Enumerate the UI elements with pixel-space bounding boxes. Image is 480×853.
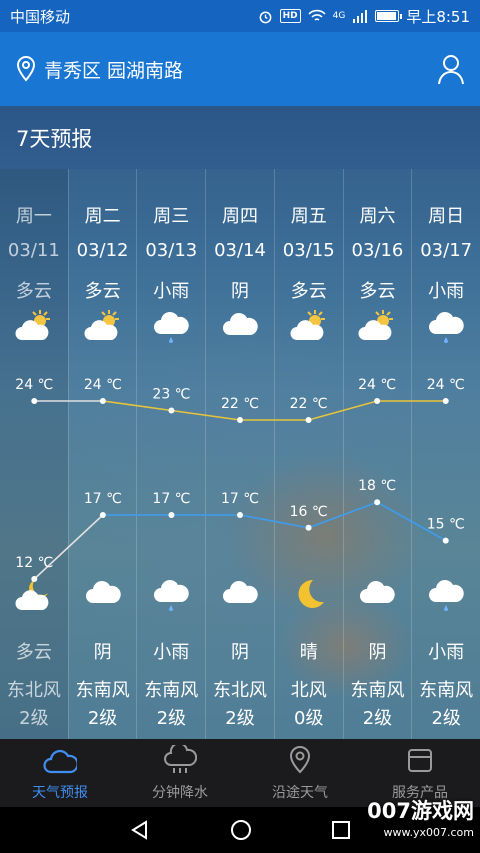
- cloud-icon: [206, 309, 274, 345]
- box-icon: [405, 745, 435, 782]
- partly-cloudy-icon: [69, 309, 137, 345]
- battery-icon: [375, 10, 403, 22]
- network-type: 4G: [332, 11, 346, 21]
- forecast-columns: 周一 03/11 多云 多云 东北风 2级 周二 03/12 多云阴东南风 2级 周三 03/13 小雨…: [0, 169, 480, 739]
- rain-icon: [137, 577, 205, 617]
- weekday-label: 周二: [84, 206, 121, 227]
- night-condition: 阴: [93, 642, 112, 663]
- hd-badge: HD: [279, 9, 301, 23]
- day-condition: 小雨: [153, 281, 190, 302]
- weekday-label: 周一: [15, 206, 52, 227]
- wind-direction: 东北风: [6, 680, 61, 701]
- forecast-day-column[interactable]: 周六 03/16 多云阴东南风 2级: [342, 169, 412, 739]
- forecast-day-column[interactable]: 周一 03/11 多云 多云 东北风 2级: [0, 169, 68, 739]
- back-icon[interactable]: [129, 819, 151, 841]
- date-label: 03/13: [145, 240, 198, 261]
- wind-level: 2级: [431, 708, 461, 729]
- night-condition: 阴: [368, 642, 387, 663]
- wind-direction: 东北风: [213, 680, 268, 701]
- location-pin-icon: [16, 55, 36, 82]
- rain-icon: [137, 309, 205, 345]
- date-label: 03/16: [351, 240, 404, 261]
- forecast-day-column[interactable]: 周四 03/14 阴阴东北风 2级: [205, 169, 274, 739]
- day-condition: 多云: [290, 281, 327, 302]
- partly-cloudy-icon: [344, 309, 412, 345]
- user-icon[interactable]: [436, 53, 466, 85]
- signal-icon: [353, 10, 368, 23]
- rain-cloud-icon: [163, 741, 198, 782]
- date-label: 03/14: [214, 240, 266, 261]
- forecast-title: 7天预报: [0, 106, 480, 169]
- moon-cloud-icon: [0, 577, 68, 617]
- forecast-day-column[interactable]: 周日 03/17 小雨 小雨 东南风 2级: [411, 169, 480, 739]
- clock: 早上8:51: [406, 7, 470, 26]
- weekday-label: 周四: [222, 206, 259, 227]
- nav-item[interactable]: 服务产品: [360, 739, 480, 807]
- nav-item[interactable]: 分钟降水: [120, 739, 240, 807]
- home-icon[interactable]: [229, 818, 253, 842]
- wind-level: 2级: [225, 708, 255, 729]
- nav-label: 分钟降水: [152, 784, 208, 801]
- weekday-label: 周日: [428, 206, 465, 227]
- wind-level: 2级: [156, 708, 187, 729]
- location-selector[interactable]: 青秀区 园湖南路: [14, 55, 436, 83]
- wind-direction: 东南风: [75, 680, 130, 701]
- day-condition: 多云: [15, 281, 52, 302]
- wind-direction: 东南风: [350, 680, 405, 701]
- day-condition: 小雨: [428, 281, 465, 302]
- wind-level: 2级: [362, 708, 393, 729]
- watermark-url: www.yx007.com: [383, 826, 474, 839]
- cloud-icon: [206, 577, 274, 617]
- night-condition: 多云: [15, 642, 52, 663]
- forecast-day-column[interactable]: 周二 03/12 多云阴东南风 2级: [67, 169, 137, 739]
- cloud-icon: [43, 745, 79, 782]
- wind-level: 0级: [294, 708, 324, 729]
- status-icons: HD 4G 早上8:51: [258, 6, 470, 27]
- forecast-day-column[interactable]: 周五 03/15 多云晴北风 0级: [273, 169, 343, 739]
- day-condition: 多云: [84, 281, 121, 302]
- wind-level: 2级: [87, 708, 118, 729]
- night-condition: 小雨: [153, 642, 190, 663]
- location-header: 青秀区 园湖南路: [0, 32, 480, 106]
- rain-icon: [412, 577, 480, 617]
- partly-cloudy-icon: [275, 309, 343, 345]
- carrier-name: 中国移动: [10, 7, 71, 26]
- weekday-label: 周六: [359, 206, 396, 227]
- nav-item[interactable]: 天气预报: [0, 739, 120, 807]
- day-condition: 阴: [231, 281, 250, 302]
- night-condition: 阴: [231, 642, 250, 663]
- wind-direction: 北风: [290, 680, 327, 701]
- rain-icon: [412, 309, 480, 345]
- nav-label: 沿途天气: [272, 784, 328, 801]
- weekday-label: 周五: [290, 206, 327, 227]
- wind-level: 2级: [19, 708, 49, 729]
- moon-icon: [275, 577, 343, 617]
- wind-direction: 东南风: [419, 680, 474, 701]
- route-pin-icon: [285, 745, 315, 782]
- watermark: 007游戏网 www.yx007.com: [367, 800, 474, 844]
- day-condition: 多云: [359, 281, 396, 302]
- alarm-icon: [259, 11, 271, 23]
- cloud-icon: [69, 577, 137, 617]
- night-condition: 晴: [299, 642, 318, 663]
- location-name: 青秀区 园湖南路: [44, 59, 184, 82]
- weekday-label: 周三: [153, 206, 190, 227]
- cloud-icon: [344, 577, 412, 617]
- date-label: 03/15: [282, 240, 335, 261]
- night-condition: 小雨: [428, 642, 465, 663]
- watermark-brand: 007游戏网: [367, 799, 474, 823]
- wind-direction: 东南风: [144, 680, 199, 701]
- date-label: 03/12: [76, 240, 129, 261]
- status-bar: 中国移动 HD 4G 早上8:51: [0, 0, 480, 32]
- nav-label: 天气预报: [32, 784, 88, 801]
- recents-icon[interactable]: [331, 820, 351, 840]
- date-label: 03/17: [420, 240, 473, 261]
- nav-item[interactable]: 沿途天气: [240, 739, 360, 807]
- partly-cloudy-icon: [0, 309, 68, 345]
- forecast-panel: 7天预报 周一 03/11 多云 多云 东北风 2级 周二 03/12 多云阴东南风 2级 周三 03…: [0, 106, 480, 739]
- wifi-icon: [308, 9, 326, 21]
- date-label: 03/11: [7, 240, 60, 261]
- forecast-day-column[interactable]: 周三 03/13 小雨 小雨 东南风 2级: [136, 169, 205, 739]
- bottom-navigation: 天气预报 分钟降水 沿途天气 服务产品: [0, 739, 480, 807]
